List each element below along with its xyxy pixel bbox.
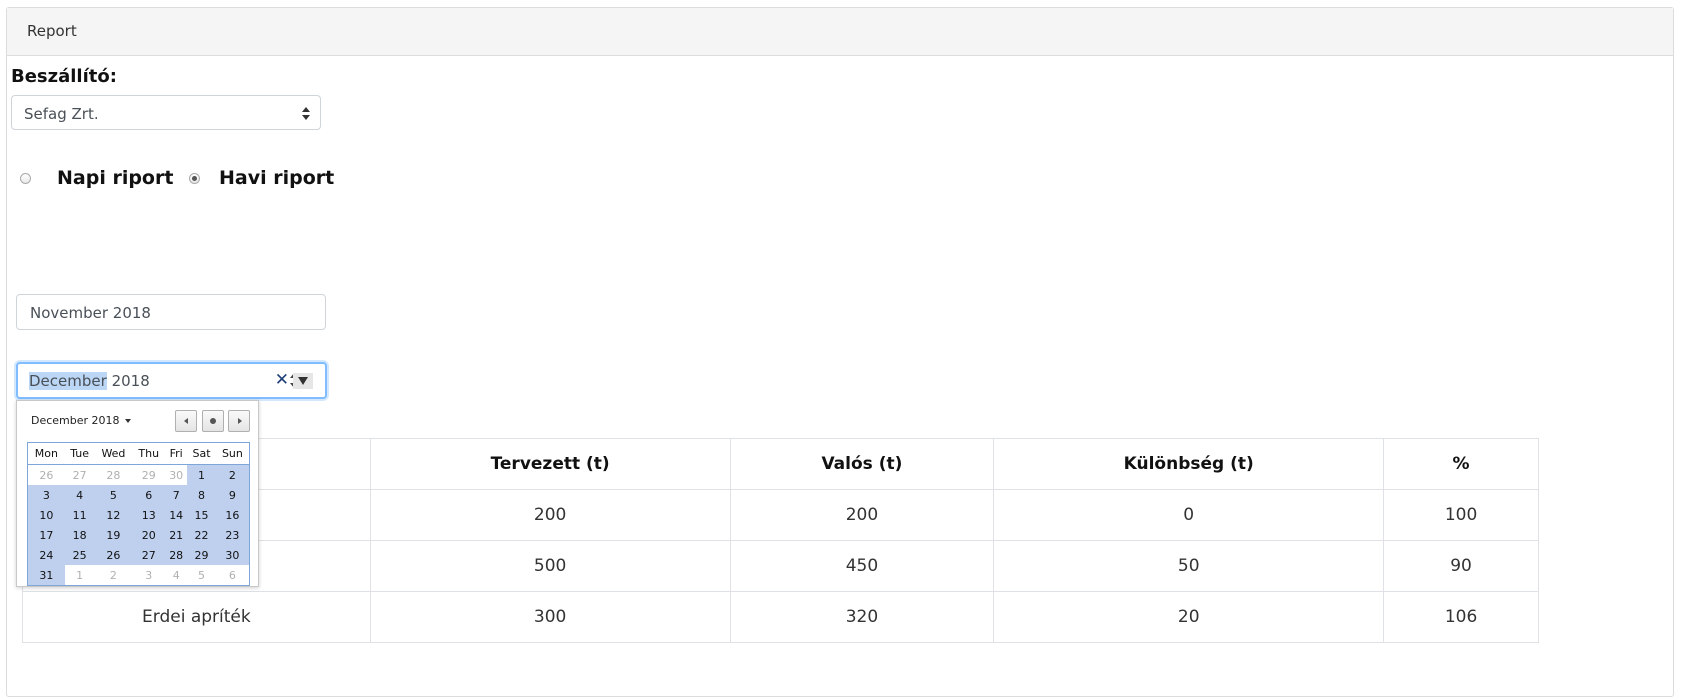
day-cell[interactable]: 4: [64, 485, 95, 505]
today-button[interactable]: [202, 410, 224, 432]
weekday-header: Thu: [132, 443, 166, 465]
table-cell: 20: [993, 591, 1385, 643]
month-from-input[interactable]: November 2018: [16, 294, 326, 330]
table-cell: 500: [369, 540, 731, 592]
day-cell[interactable]: 2: [215, 464, 249, 485]
table-cell: 300: [369, 591, 731, 643]
weekday-header: Tue: [64, 443, 95, 465]
day-cell[interactable]: 1: [187, 464, 216, 485]
prev-month-button[interactable]: [175, 410, 197, 432]
panel-header: Report: [7, 8, 1673, 56]
chevron-left-icon: [184, 418, 188, 424]
day-cell[interactable]: 19: [94, 525, 133, 545]
day-cell[interactable]: 24: [28, 545, 65, 565]
day-cell[interactable]: 16: [215, 505, 249, 525]
day-cell[interactable]: 30: [215, 545, 249, 565]
table-cell: 450: [729, 540, 995, 592]
datepicker-popup: December 2018 Mon Tue Wed Thu Fri Sat Su…: [16, 400, 259, 587]
month-to-year-segment[interactable]: 2018: [112, 372, 150, 390]
table-cell: 106: [1383, 591, 1539, 643]
day-cell[interactable]: 13: [132, 505, 166, 525]
day-cell[interactable]: 6: [132, 485, 166, 505]
day-cell[interactable]: 3: [132, 565, 166, 585]
day-cell[interactable]: 29: [187, 545, 216, 565]
select-arrows-icon: [302, 105, 310, 121]
day-cell[interactable]: 11: [64, 505, 95, 525]
dot-icon: [210, 418, 216, 424]
day-cell[interactable]: 20: [132, 525, 166, 545]
table-cell: 100: [1383, 489, 1539, 541]
supplier-label: Beszállító:: [11, 66, 117, 87]
table-row: Erdei apríték 300 320 20 106: [22, 591, 1539, 643]
day-cell[interactable]: 25: [64, 545, 95, 565]
month-to-input[interactable]: December 2018 ✕: [16, 362, 327, 399]
radio-monthly[interactable]: [189, 172, 200, 184]
day-cell[interactable]: 15: [187, 505, 216, 525]
day-cell[interactable]: 2: [94, 565, 133, 585]
day-cell[interactable]: 5: [94, 485, 133, 505]
supplier-select-value: Sefag Zrt.: [24, 105, 99, 123]
day-cell[interactable]: 10: [28, 505, 65, 525]
report-type-daily[interactable]: Napi riport: [20, 165, 173, 191]
day-cell[interactable]: 23: [215, 525, 249, 545]
table-cell: 90: [1383, 540, 1539, 592]
day-cell[interactable]: 8: [187, 485, 216, 505]
day-cell[interactable]: 7: [165, 485, 188, 505]
radio-daily-label: Napi riport: [57, 167, 174, 189]
day-cell[interactable]: 21: [165, 525, 188, 545]
day-cell[interactable]: 9: [215, 485, 249, 505]
table-cell: 320: [729, 591, 995, 643]
day-cell[interactable]: 4: [165, 565, 188, 585]
report-type-monthly[interactable]: Havi riport: [189, 165, 334, 191]
table-cell: Erdei apríték: [22, 591, 371, 643]
datepicker-grid: Mon Tue Wed Thu Fri Sat Sun 26 27 28 29 …: [27, 442, 250, 586]
day-cell[interactable]: 28: [94, 464, 133, 485]
column-header: Különbség (t): [993, 438, 1385, 490]
day-cell[interactable]: 18: [64, 525, 95, 545]
weekday-header: Wed: [94, 443, 133, 465]
clear-icon[interactable]: ✕: [275, 370, 289, 390]
dropdown-icon[interactable]: [293, 373, 313, 389]
day-cell[interactable]: 14: [165, 505, 188, 525]
caret-down-icon: [124, 419, 131, 423]
table-cell: 200: [369, 489, 731, 541]
day-cell[interactable]: 28: [165, 545, 188, 565]
weekday-header: Fri: [165, 443, 188, 465]
day-cell[interactable]: 27: [132, 545, 166, 565]
radio-monthly-label: Havi riport: [219, 167, 335, 189]
table-cell: 0: [993, 489, 1385, 541]
day-cell[interactable]: 29: [132, 464, 166, 485]
day-cell[interactable]: 26: [94, 545, 133, 565]
table-cell: 50: [993, 540, 1385, 592]
day-cell[interactable]: 22: [187, 525, 216, 545]
column-header: Tervezett (t): [369, 438, 731, 490]
weekday-header: Mon: [28, 443, 65, 465]
panel-title: Report: [27, 22, 77, 40]
weekday-header: Sat: [187, 443, 216, 465]
day-cell[interactable]: 1: [64, 565, 95, 585]
column-header: Valós (t): [729, 438, 995, 490]
day-cell[interactable]: 17: [28, 525, 65, 545]
day-cell[interactable]: 26: [28, 464, 65, 485]
supplier-select[interactable]: Sefag Zrt.: [11, 95, 321, 130]
datepicker-title[interactable]: December 2018: [31, 414, 131, 427]
day-cell[interactable]: 12: [94, 505, 133, 525]
day-cell[interactable]: 5: [187, 565, 216, 585]
day-cell[interactable]: 30: [165, 464, 188, 485]
day-cell[interactable]: 3: [28, 485, 65, 505]
next-month-button[interactable]: [228, 410, 250, 432]
chevron-right-icon: [238, 418, 242, 424]
day-cell[interactable]: 31: [28, 565, 65, 585]
month-to-month-segment[interactable]: December: [29, 372, 107, 390]
day-cell[interactable]: 27: [64, 464, 95, 485]
radio-daily[interactable]: [20, 172, 31, 184]
column-header: %: [1383, 438, 1539, 490]
month-from-value: November 2018: [30, 304, 151, 322]
day-cell[interactable]: 6: [215, 565, 249, 585]
weekday-header: Sun: [215, 443, 249, 465]
table-cell: 200: [729, 489, 995, 541]
